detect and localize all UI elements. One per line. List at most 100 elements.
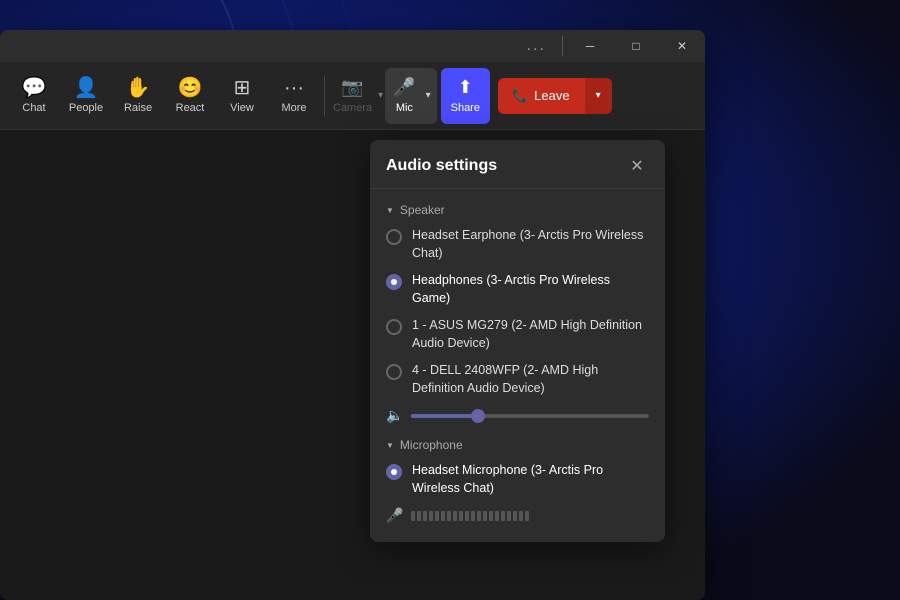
- level-bars-container: [411, 511, 529, 521]
- panel-header: Audio settings ✕: [370, 140, 665, 189]
- level-bar: [417, 511, 421, 521]
- react-icon: 😊: [178, 78, 203, 98]
- level-bar: [423, 511, 427, 521]
- main-content: Audio settings ✕ ▼ Speaker Headset Earph…: [0, 130, 705, 600]
- level-bar: [465, 511, 469, 521]
- level-bar: [495, 511, 499, 521]
- speaker-option-3-label: 1 - ASUS MG279 (2- AMD High Definition A…: [412, 317, 649, 352]
- level-bar: [507, 511, 511, 521]
- speaker-option-2[interactable]: Headphones (3- Arctis Pro Wireless Game): [386, 272, 649, 307]
- speaker-section-header: ▼ Speaker: [386, 203, 649, 217]
- title-divider: [562, 36, 563, 56]
- radio-circle-4: [386, 364, 402, 380]
- view-label: View: [230, 102, 254, 114]
- mic-level-bars: 🎤: [386, 507, 649, 532]
- share-button[interactable]: ⬆ Share: [441, 68, 490, 124]
- chat-label: Chat: [22, 102, 45, 114]
- level-bar: [429, 511, 433, 521]
- microphone-section-header: ▼ Microphone: [386, 438, 649, 452]
- chevron-down-icon: ▾: [378, 90, 383, 101]
- radio-circle-3: [386, 319, 402, 335]
- slider-fill: [411, 414, 478, 418]
- view-button[interactable]: ⊞ View: [216, 68, 268, 124]
- chevron-down-icon: ▾: [426, 90, 431, 101]
- level-bar: [453, 511, 457, 521]
- speaker-section-label: Speaker: [400, 203, 445, 217]
- level-bar: [513, 511, 517, 521]
- mic-dropdown-arrow[interactable]: ▾: [422, 86, 435, 105]
- share-icon: ⬆: [458, 77, 473, 98]
- expand-icon: ▼: [386, 206, 394, 215]
- toolbar: 💬 Chat 👤 People ✋ Raise 😊 React ⊞ View ·…: [0, 62, 705, 130]
- radio-circle-1: [386, 229, 402, 245]
- radio-circle-mic-1: [386, 464, 402, 480]
- speaker-option-1[interactable]: Headset Earphone (3- Arctis Pro Wireless…: [386, 227, 649, 262]
- leave-button[interactable]: 📞 Leave: [498, 78, 584, 114]
- window-controls: ─ □ ✕: [567, 30, 705, 62]
- mic-option-1-label: Headset Microphone (3- Arctis Pro Wirele…: [412, 462, 649, 497]
- mic-option-1[interactable]: Headset Microphone (3- Arctis Pro Wirele…: [386, 462, 649, 497]
- teams-window: ... ─ □ ✕ 💬 Chat 👤 People ✋ Raise 😊 Reac…: [0, 30, 705, 600]
- mic-icon: 🎤: [393, 77, 415, 98]
- expand-icon-mic: ▼: [386, 441, 394, 450]
- level-bar: [477, 511, 481, 521]
- volume-slider[interactable]: [411, 414, 649, 418]
- radio-circle-2: [386, 274, 402, 290]
- chat-button[interactable]: 💬 Chat: [8, 68, 60, 124]
- close-button[interactable]: ✕: [659, 30, 705, 62]
- audio-settings-panel: Audio settings ✕ ▼ Speaker Headset Earph…: [370, 140, 665, 542]
- speaker-option-1-label: Headset Earphone (3- Arctis Pro Wireless…: [412, 227, 649, 262]
- mic-label: Mic: [396, 102, 413, 114]
- leave-label: Leave: [534, 88, 569, 103]
- share-label: Share: [451, 102, 480, 114]
- more-button[interactable]: ··· More: [268, 68, 320, 124]
- leave-group: 📞 Leave ▾: [498, 78, 612, 114]
- raise-label: Raise: [124, 102, 152, 114]
- microphone-section: ▼ Microphone Headset Microphone (3- Arct…: [386, 438, 649, 532]
- title-bar: ... ─ □ ✕: [0, 30, 705, 62]
- title-dots: ...: [515, 37, 558, 55]
- react-label: React: [176, 102, 205, 114]
- raise-button[interactable]: ✋ Raise: [112, 68, 164, 124]
- toolbar-separator: [324, 76, 325, 116]
- react-button[interactable]: 😊 React: [164, 68, 216, 124]
- people-button[interactable]: 👤 People: [60, 68, 112, 124]
- more-icon: ···: [284, 78, 304, 98]
- panel-title: Audio settings: [386, 157, 497, 175]
- speaker-option-4-label: 4 - DELL 2408WFP (2- AMD High Definition…: [412, 362, 649, 397]
- camera-group[interactable]: 📷 Camera ▾: [329, 68, 385, 124]
- microphone-section-label: Microphone: [400, 438, 463, 452]
- people-label: People: [69, 102, 103, 114]
- minimize-button[interactable]: ─: [567, 30, 613, 62]
- speaker-option-3[interactable]: 1 - ASUS MG279 (2- AMD High Definition A…: [386, 317, 649, 352]
- view-icon: ⊞: [234, 78, 251, 98]
- leave-dropdown-button[interactable]: ▾: [584, 78, 612, 114]
- chevron-down-icon: ▾: [596, 90, 601, 101]
- level-bar: [483, 511, 487, 521]
- level-bar: [501, 511, 505, 521]
- panel-close-button[interactable]: ✕: [625, 154, 649, 178]
- maximize-button[interactable]: □: [613, 30, 659, 62]
- mic-button[interactable]: 🎤 Mic: [387, 73, 421, 118]
- slider-thumb[interactable]: [471, 409, 485, 423]
- mic-level-icon: 🎤: [386, 507, 403, 524]
- level-bar: [459, 511, 463, 521]
- level-bar: [471, 511, 475, 521]
- volume-icon: 🔈: [386, 407, 403, 424]
- level-bar: [411, 511, 415, 521]
- level-bar: [519, 511, 523, 521]
- chat-icon: 💬: [22, 78, 47, 98]
- camera-label: Camera: [333, 102, 372, 114]
- people-icon: 👤: [74, 78, 99, 98]
- panel-body: ▼ Speaker Headset Earphone (3- Arctis Pr…: [370, 189, 665, 542]
- level-bar: [435, 511, 439, 521]
- raise-icon: ✋: [126, 78, 151, 98]
- level-bar: [441, 511, 445, 521]
- more-label: More: [281, 102, 306, 114]
- camera-dropdown-arrow[interactable]: ▾: [376, 86, 385, 105]
- speaker-option-4[interactable]: 4 - DELL 2408WFP (2- AMD High Definition…: [386, 362, 649, 397]
- volume-row: 🔈: [386, 407, 649, 424]
- speaker-option-2-label: Headphones (3- Arctis Pro Wireless Game): [412, 272, 649, 307]
- camera-button[interactable]: 📷 Camera: [329, 73, 376, 118]
- mic-group[interactable]: 🎤 Mic ▾: [385, 68, 436, 124]
